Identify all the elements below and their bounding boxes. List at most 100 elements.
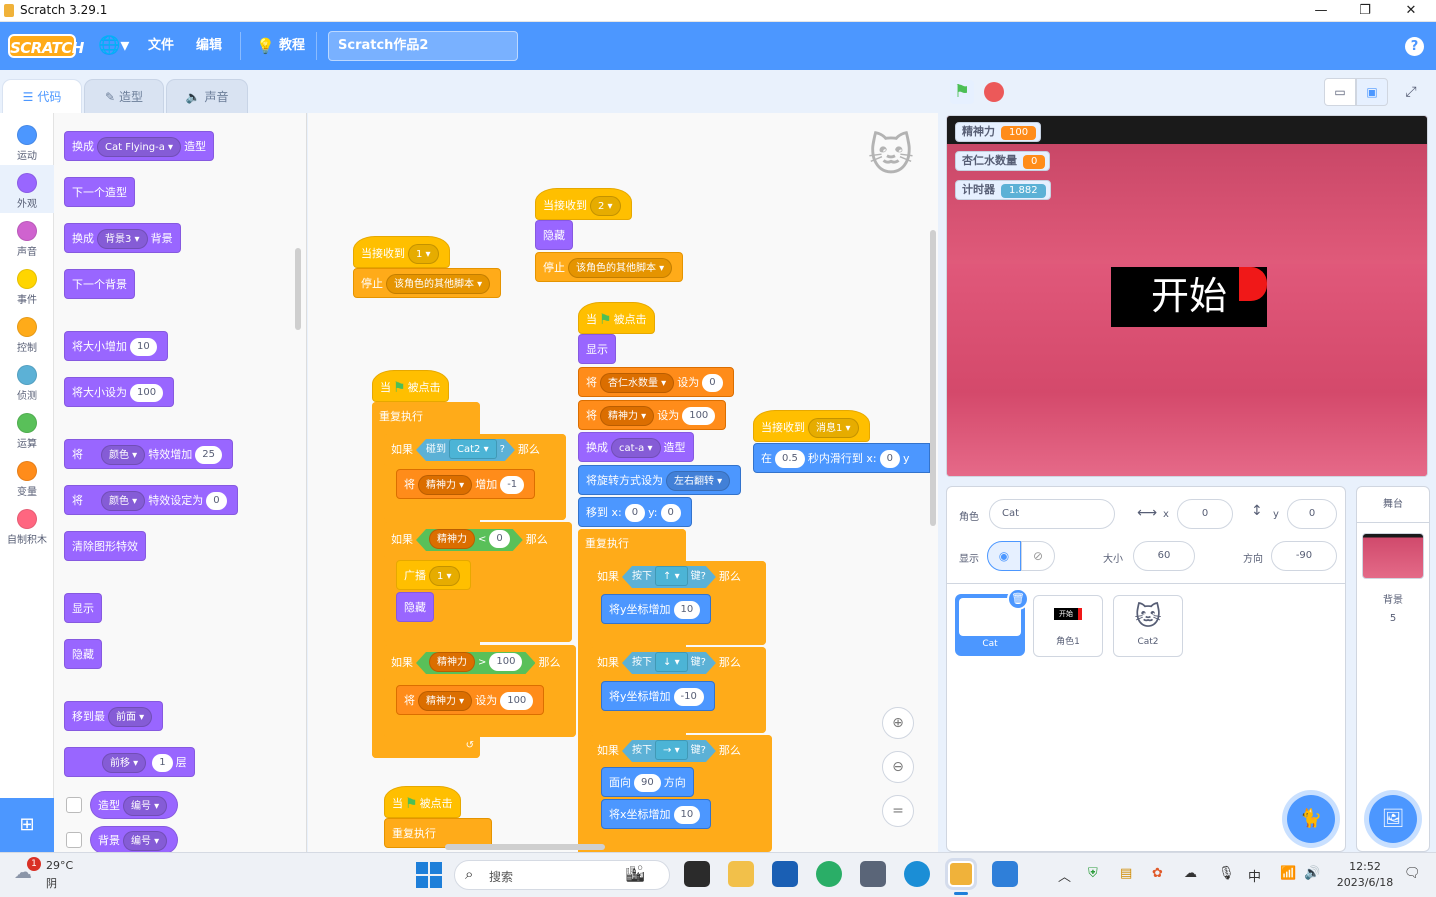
edge-browser-icon[interactable] <box>904 861 930 887</box>
hide-block[interactable]: 隐藏 <box>396 592 434 622</box>
add-backdrop-image-icon[interactable]: 🖼 <box>1369 795 1417 843</box>
costume-prop-dropdown[interactable]: 编号 ▾ <box>123 796 168 816</box>
key-pressed-condition[interactable]: 按下 ↓ ▾ 键? <box>622 652 716 674</box>
costume-dropdown[interactable]: Cat Flying-a ▾ <box>97 137 182 157</box>
palette-set-size-block[interactable]: 将大小设为 100 <box>64 377 175 407</box>
palette-next-costume-block[interactable]: 下一个造型 <box>64 177 135 207</box>
message-dropdown[interactable]: 消息1 ▾ <box>808 418 859 438</box>
show-sprite-eye-icon[interactable]: ◉ <box>987 541 1021 571</box>
small-stage-button[interactable]: ▭ <box>1324 78 1356 106</box>
tab-costumes[interactable]: ✎ 造型 <box>84 79 164 113</box>
switch-costume-block[interactable]: 换成 cat-a ▾ 造型 <box>578 432 694 462</box>
effect-set-input[interactable]: 0 <box>206 492 227 510</box>
when-flag-clicked-hat[interactable]: 当 ⚑ 被点击 <box>578 302 655 334</box>
broadcast-block[interactable]: 广播 1 ▾ <box>396 560 471 590</box>
palette-next-backdrop-block[interactable]: 下一个背景 <box>64 269 135 299</box>
menu-tutorials[interactable]: 教程 <box>279 22 305 70</box>
onedrive-cloud-icon[interactable]: ☁ <box>1184 866 1197 881</box>
change-x-block[interactable]: 将x坐标增加 10 <box>601 799 712 829</box>
change-y-block[interactable]: 将y坐标增加 10 <box>601 594 712 624</box>
show-block[interactable]: 显示 <box>578 334 616 364</box>
y-input[interactable]: 0 <box>1287 499 1337 529</box>
normal-stage-button[interactable]: ▣ <box>1356 78 1388 106</box>
size-input[interactable]: 60 <box>1133 541 1195 571</box>
close-button[interactable]: ✕ <box>1388 0 1434 22</box>
glide-secs-input[interactable]: 0.5 <box>775 450 805 468</box>
category-my-blocks[interactable]: 自制积木 <box>0 501 54 549</box>
set-value-input[interactable]: 100 <box>500 692 534 710</box>
message-dropdown[interactable]: 1 ▾ <box>408 244 439 264</box>
notification-icon[interactable]: 🗨 <box>1404 866 1421 881</box>
stage-backdrop-thumbnail[interactable] <box>1362 533 1424 579</box>
green-flag-button[interactable]: ⚑ <box>950 80 974 104</box>
fullscreen-icon[interactable]: ⤢ <box>1396 78 1426 106</box>
costume-monitor-checkbox[interactable] <box>66 797 82 813</box>
palette-scrollbar[interactable] <box>295 248 301 330</box>
when-receive-hat[interactable]: 当接收到 1 ▾ <box>353 236 450 268</box>
key-pressed-condition[interactable]: 按下 → ▾ 键? <box>622 740 716 762</box>
key-dropdown[interactable]: ↑ ▾ <box>655 566 688 586</box>
glide-x-input[interactable]: 0 <box>879 450 900 468</box>
tab-code[interactable]: ☰ 代码 <box>2 79 82 113</box>
broadcast-dropdown[interactable]: 1 ▾ <box>429 566 460 586</box>
costume-dropdown[interactable]: cat-a ▾ <box>611 438 661 458</box>
stop-option-dropdown[interactable]: 该角色的其他脚本 ▾ <box>568 258 673 278</box>
variable-dropdown[interactable]: 精神力 ▾ <box>418 691 473 711</box>
change-y-input[interactable]: 10 <box>673 601 701 619</box>
palette-costume-reporter[interactable]: 造型 编号 ▾ <box>90 791 179 819</box>
compare-value-input[interactable]: 100 <box>489 653 522 671</box>
category-operators[interactable]: 运算 <box>0 405 54 453</box>
set-value-input[interactable]: 100 <box>682 407 716 425</box>
effect-dropdown[interactable]: 颜色 ▾ <box>101 491 146 511</box>
touch-object-dropdown[interactable]: Cat2 ▾ <box>449 439 497 459</box>
scratch-taskbar-icon[interactable] <box>948 861 974 887</box>
message-dropdown[interactable]: 2 ▾ <box>590 196 621 216</box>
set-var-block[interactable]: 将杏仁水数量 ▾ 设为 0 <box>578 367 734 397</box>
language-globe-icon[interactable]: 🌐▾ <box>98 22 129 70</box>
glide-block[interactable]: 在 0.5 秒内滑行到 x: 0 y <box>753 443 930 473</box>
microphone-icon[interactable]: 🎙 <box>1218 866 1235 881</box>
variable-dropdown[interactable]: 精神力 ▾ <box>418 475 473 495</box>
project-title-input[interactable]: Scratch作品2 <box>328 31 518 61</box>
x-input[interactable]: 0 <box>1177 499 1233 529</box>
key-pressed-condition[interactable]: 按下 ↑ ▾ 键? <box>622 566 716 588</box>
change-y-input[interactable]: -10 <box>673 688 704 706</box>
goto-x-input[interactable]: 0 <box>624 504 646 522</box>
menu-file[interactable]: 文件 <box>148 22 174 70</box>
backdrop-monitor-checkbox[interactable] <box>66 832 82 848</box>
palette-hide-block[interactable]: 隐藏 <box>64 639 102 669</box>
add-sprite-cat-icon[interactable]: 🐈 <box>1287 795 1335 843</box>
video-app-icon[interactable] <box>992 861 1018 887</box>
palette-switch-costume-block[interactable]: 换成 Cat Flying-a ▾ 造型 <box>64 131 215 161</box>
set-var-block[interactable]: 将精神力 ▾ 设为 100 <box>578 400 727 430</box>
monitor-energy[interactable]: 精神力 100 <box>955 122 1042 142</box>
palette-show-block[interactable]: 显示 <box>64 593 102 623</box>
category-control[interactable]: 控制 <box>0 309 54 357</box>
compare-value-input[interactable]: 0 <box>489 530 509 548</box>
stop-sign-button[interactable] <box>984 82 1004 102</box>
when-flag-clicked-hat[interactable]: 当 ⚑ 被点击 <box>384 786 461 818</box>
ime-indicator[interactable]: 中 <box>1248 866 1261 885</box>
change-value-input[interactable]: -1 <box>500 476 525 494</box>
category-looks[interactable]: 外观 <box>0 165 54 213</box>
delete-sprite-trash-icon[interactable]: 🗑 <box>1007 588 1029 610</box>
tab-sounds[interactable]: 🔈 声音 <box>166 79 248 113</box>
point-direction-block[interactable]: 面向 90 方向 <box>601 767 694 797</box>
stop-block[interactable]: 停止 该角色的其他脚本 ▾ <box>353 268 502 298</box>
layer-dropdown[interactable]: 前面 ▾ <box>108 707 153 727</box>
scratch-logo[interactable]: SCRATCH <box>8 34 84 58</box>
volume-icon[interactable]: 🔊 <box>1304 866 1320 881</box>
stage-canvas[interactable]: 精神力 100 杏仁水数量 0 计时器 1.882 开始 <box>946 115 1428 477</box>
clock-date[interactable]: 2023/6/18 <box>1332 876 1398 889</box>
monitor-timer[interactable]: 计时器 1.882 <box>955 180 1051 200</box>
key-dropdown[interactable]: → ▾ <box>655 740 688 760</box>
less-than-condition[interactable]: 精神力 <0 <box>416 529 523 551</box>
change-y-block[interactable]: 将y坐标增加 -10 <box>601 681 715 711</box>
palette-set-effect-block[interactable]: 将颜色 ▾ 特效设定为 0 <box>64 485 238 515</box>
monitor-almond-water[interactable]: 杏仁水数量 0 <box>955 151 1051 171</box>
sprite-thumb-cat2[interactable]: 🐱 Cat2 <box>1113 595 1183 657</box>
category-variables[interactable]: 变量 <box>0 453 54 501</box>
stop-option-dropdown[interactable]: 该角色的其他脚本 ▾ <box>386 274 491 294</box>
sprite-thumb-sprite1[interactable]: 开始 角色1 <box>1033 595 1103 657</box>
help-icon[interactable]: ? <box>1405 37 1424 56</box>
